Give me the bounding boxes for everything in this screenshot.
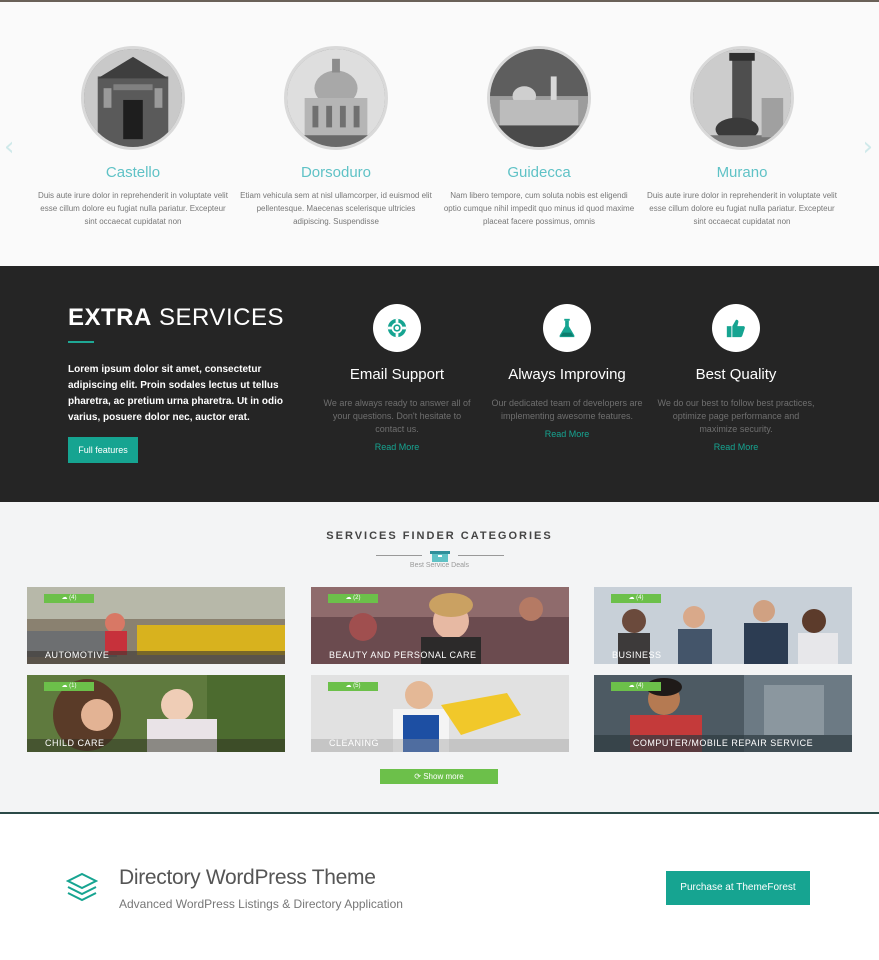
title-bold: EXTRA bbox=[68, 304, 152, 331]
category-count-badge: ☁ (4) bbox=[611, 594, 661, 603]
category-label[interactable]: COMPUTER/MOBILE REPAIR SERVICE bbox=[594, 739, 852, 748]
heading-divider bbox=[376, 550, 504, 562]
category-label[interactable]: BUSINESS bbox=[594, 650, 852, 660]
extra-services-title: EXTRA SERVICES bbox=[68, 304, 284, 332]
category-count-badge: ☁ (5) bbox=[328, 682, 378, 691]
category-count-badge: ☁ (1) bbox=[44, 682, 94, 691]
category-count-badge: ☁ (4) bbox=[611, 682, 661, 691]
service-title: Always Improving bbox=[508, 366, 626, 383]
neighborhood-card-guidecca[interactable]: Guidecca Nam libero tempore, cum soluta … bbox=[439, 46, 639, 228]
purchase-button[interactable]: Purchase at ThemeForest bbox=[666, 871, 810, 905]
service-categories-section: SERVICES FINDER CATEGORIES Best Service … bbox=[0, 502, 879, 812]
service-desc: Our dedicated team of developers are imp… bbox=[491, 398, 643, 421]
neighborhood-photo[interactable] bbox=[487, 46, 591, 150]
neighborhood-photo[interactable] bbox=[81, 46, 185, 150]
category-label[interactable]: CLEANING bbox=[311, 738, 569, 748]
neighborhoods-carousel: ‹ › Castello Duis aute irure dolor in re… bbox=[0, 2, 879, 266]
extra-services-desc: Lorem ipsum dolor sit amet, consectetur … bbox=[68, 364, 284, 423]
read-more-link[interactable]: Read More bbox=[312, 442, 482, 452]
neighborhood-title[interactable]: Murano bbox=[642, 164, 842, 181]
category-label[interactable]: AUTOMOTIVE bbox=[27, 650, 285, 660]
neighborhood-photo[interactable] bbox=[284, 46, 388, 150]
service-desc: We do our best to follow best practices,… bbox=[657, 398, 815, 434]
service-desc: We are always ready to answer all of you… bbox=[323, 398, 471, 434]
neighborhood-desc: Duis aute irure dolor in reprehenderit i… bbox=[647, 191, 837, 226]
neighborhood-card-castello[interactable]: Castello Duis aute irure dolor in repreh… bbox=[33, 46, 233, 228]
neighborhood-card-murano[interactable]: Murano Duis aute irure dolor in reprehen… bbox=[642, 46, 842, 228]
service-title: Best Quality bbox=[695, 366, 777, 383]
service-title: Email Support bbox=[349, 366, 445, 383]
full-features-button[interactable]: Full features bbox=[68, 437, 138, 463]
category-card-business[interactable]: ☁ (4) BUSINESS bbox=[594, 587, 852, 664]
categories-heading: SERVICES FINDER CATEGORIES bbox=[326, 530, 553, 542]
neighborhood-desc: Etiam vehicula sem at nisl ullamcorper, … bbox=[240, 191, 432, 226]
category-label[interactable]: CHILD CARE bbox=[27, 738, 285, 748]
neighborhood-desc: Nam libero tempore, cum soluta nobis est… bbox=[443, 191, 635, 226]
category-label[interactable]: BEAUTY AND PERSONAL CARE bbox=[311, 650, 569, 660]
title-underline bbox=[68, 341, 94, 343]
footer-subtitle: Advanced WordPress Listings & Directory … bbox=[119, 897, 403, 911]
neighborhood-title[interactable]: Dorsoduro bbox=[236, 164, 436, 181]
read-more-link[interactable]: Read More bbox=[651, 442, 821, 452]
layers-logo-icon bbox=[66, 872, 98, 902]
category-card-automotive[interactable]: ☁ (4) AUTOMOTIVE bbox=[27, 587, 285, 664]
neighborhood-title[interactable]: Castello bbox=[33, 164, 233, 181]
footer-title: Directory WordPress Theme bbox=[119, 866, 376, 889]
neighborhood-photo[interactable] bbox=[690, 46, 794, 150]
service-email-support: Email Support We are always ready to ans… bbox=[312, 304, 482, 452]
category-card-computer-repair[interactable]: ☁ (4) COMPUTER/MOBILE REPAIR SERVICE bbox=[594, 675, 852, 752]
service-best-quality: Best Quality We do our best to follow be… bbox=[651, 304, 821, 452]
thumbs-up-icon bbox=[712, 304, 760, 352]
carousel-prev-arrow[interactable]: ‹ bbox=[4, 134, 14, 160]
neighborhood-card-dorsoduro[interactable]: Dorsoduro Etiam vehicula sem at nisl ull… bbox=[236, 46, 436, 228]
category-count-badge: ☁ (4) bbox=[44, 594, 94, 603]
category-card-cleaning[interactable]: ☁ (5) CLEANING bbox=[311, 675, 569, 752]
show-more-button[interactable]: ⟳ Show more bbox=[380, 769, 498, 784]
category-count-badge: ☁ (2) bbox=[328, 594, 378, 603]
categories-subheading: Best Service Deals bbox=[409, 562, 470, 569]
carousel-next-arrow[interactable]: › bbox=[863, 134, 873, 160]
box-icon bbox=[430, 551, 450, 562]
neighborhood-desc: Duis aute irure dolor in reprehenderit i… bbox=[38, 191, 228, 226]
footer-banner: Directory WordPress Theme Advanced WordP… bbox=[0, 812, 879, 960]
divider-line bbox=[458, 555, 504, 556]
title-light: SERVICES bbox=[159, 304, 284, 331]
read-more-link[interactable]: Read More bbox=[482, 429, 652, 439]
category-card-child-care[interactable]: ☁ (1) CHILD CARE bbox=[27, 675, 285, 752]
category-card-beauty[interactable]: ☁ (2) BEAUTY AND PERSONAL CARE bbox=[311, 587, 569, 664]
lifebuoy-icon bbox=[373, 304, 421, 352]
extra-services-section: EXTRA SERVICES Lorem ipsum dolor sit ame… bbox=[0, 266, 879, 502]
divider-line bbox=[376, 555, 422, 556]
service-always-improving: Always Improving Our dedicated team of d… bbox=[482, 304, 652, 439]
neighborhood-title[interactable]: Guidecca bbox=[439, 164, 639, 181]
flask-icon bbox=[543, 304, 591, 352]
